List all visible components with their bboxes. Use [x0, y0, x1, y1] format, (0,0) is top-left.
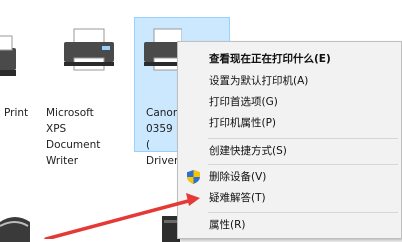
annotation-arrow: [44, 193, 200, 239]
